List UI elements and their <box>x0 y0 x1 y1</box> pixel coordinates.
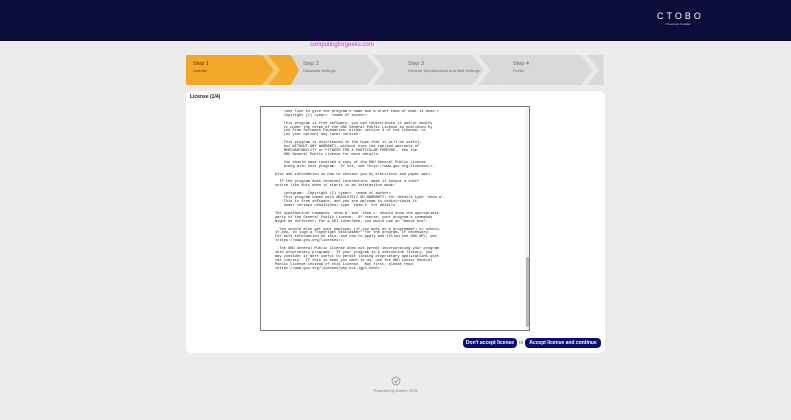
brand-logo[interactable]: CTOBO Chevereto Installer <box>657 11 704 27</box>
step-name: Database Settings <box>303 68 336 73</box>
check-circle-icon <box>391 376 400 386</box>
footer: Powered by Rother OSS <box>0 376 791 393</box>
license-text: the "copyright" line and a pointer to wh… <box>275 109 446 271</box>
brand-subtitle: Chevereto Installer <box>665 22 691 26</box>
license-title: License (1/4) <box>190 94 221 100</box>
top-bar: CTOBO Chevereto Installer <box>0 0 791 41</box>
step-number: Step 1 <box>193 61 209 67</box>
footer-powered-by[interactable]: Powered by Rother OSS <box>0 388 791 393</box>
step-database: Step 2 Database Settings <box>292 55 404 85</box>
decline-license-button[interactable]: Don't accept license <box>463 338 517 348</box>
watermark-text: computingforgeeks.com <box>310 42 374 48</box>
brand-logo-text: CTOBO <box>657 11 704 21</box>
license-scrollbar[interactable] <box>525 107 529 330</box>
step-name: General Specifications and Mail Settings <box>408 68 480 73</box>
step-name: License <box>193 68 207 73</box>
accept-license-button[interactable]: Accept license and continue <box>525 338 601 348</box>
license-scroll-area: the "copyright" line and a pointer to wh… <box>261 107 526 272</box>
step-general-settings: Step 3 General Specifications and Mail S… <box>397 55 509 85</box>
license-textarea[interactable]: the "copyright" line and a pointer to wh… <box>260 106 530 331</box>
scrollbar-thumb[interactable] <box>525 257 529 327</box>
or-separator: or <box>519 340 524 346</box>
step-name: Finish <box>513 68 524 73</box>
wizard-steps: Step 1 License Step 2 Database Settings … <box>186 55 605 85</box>
step-number: Step 3 <box>408 61 424 67</box>
step-number: Step 2 <box>303 61 319 67</box>
step-license: Step 1 License <box>186 55 299 85</box>
step-number: Step 4 <box>513 61 529 67</box>
license-card: License (1/4) the "copyright" line and a… <box>186 91 605 353</box>
step-finish: Step 4 Finish <box>502 55 605 85</box>
